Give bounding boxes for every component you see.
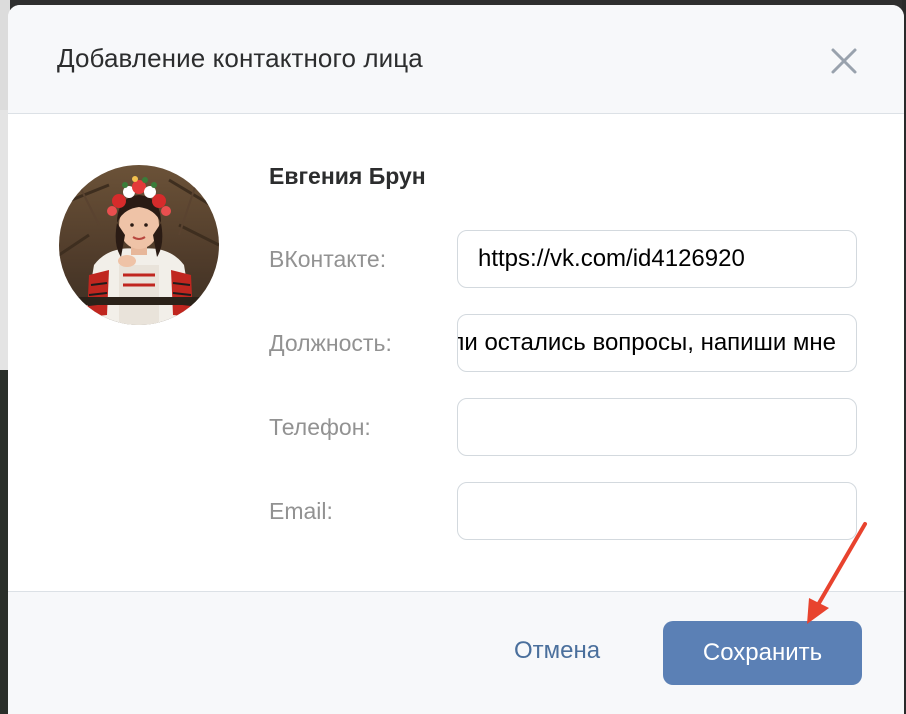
- dialog-header: Добавление контактного лица: [8, 5, 904, 114]
- position-label: Должность:: [269, 330, 392, 356]
- email-label: Email:: [269, 498, 333, 524]
- vk-label: ВКонтакте:: [269, 246, 387, 272]
- cancel-button[interactable]: Отмена: [514, 637, 600, 665]
- position-input-value: Если остались вопросы, напиши мне: [457, 329, 836, 356]
- avatar: [59, 165, 219, 325]
- email-input[interactable]: [457, 482, 857, 540]
- add-contact-dialog: Добавление контактного лица Евгения Брун…: [8, 5, 904, 714]
- position-input[interactable]: Если остались вопросы, напиши мне: [457, 314, 857, 372]
- phone-input[interactable]: [457, 398, 857, 456]
- save-button[interactable]: Сохранить: [663, 621, 862, 685]
- vk-link-input[interactable]: [457, 230, 857, 288]
- contact-name: Евгения Брун: [269, 163, 426, 189]
- dialog-title: Добавление контактного лица: [57, 43, 423, 73]
- close-icon[interactable]: [826, 43, 862, 79]
- phone-label: Телефон:: [269, 414, 371, 440]
